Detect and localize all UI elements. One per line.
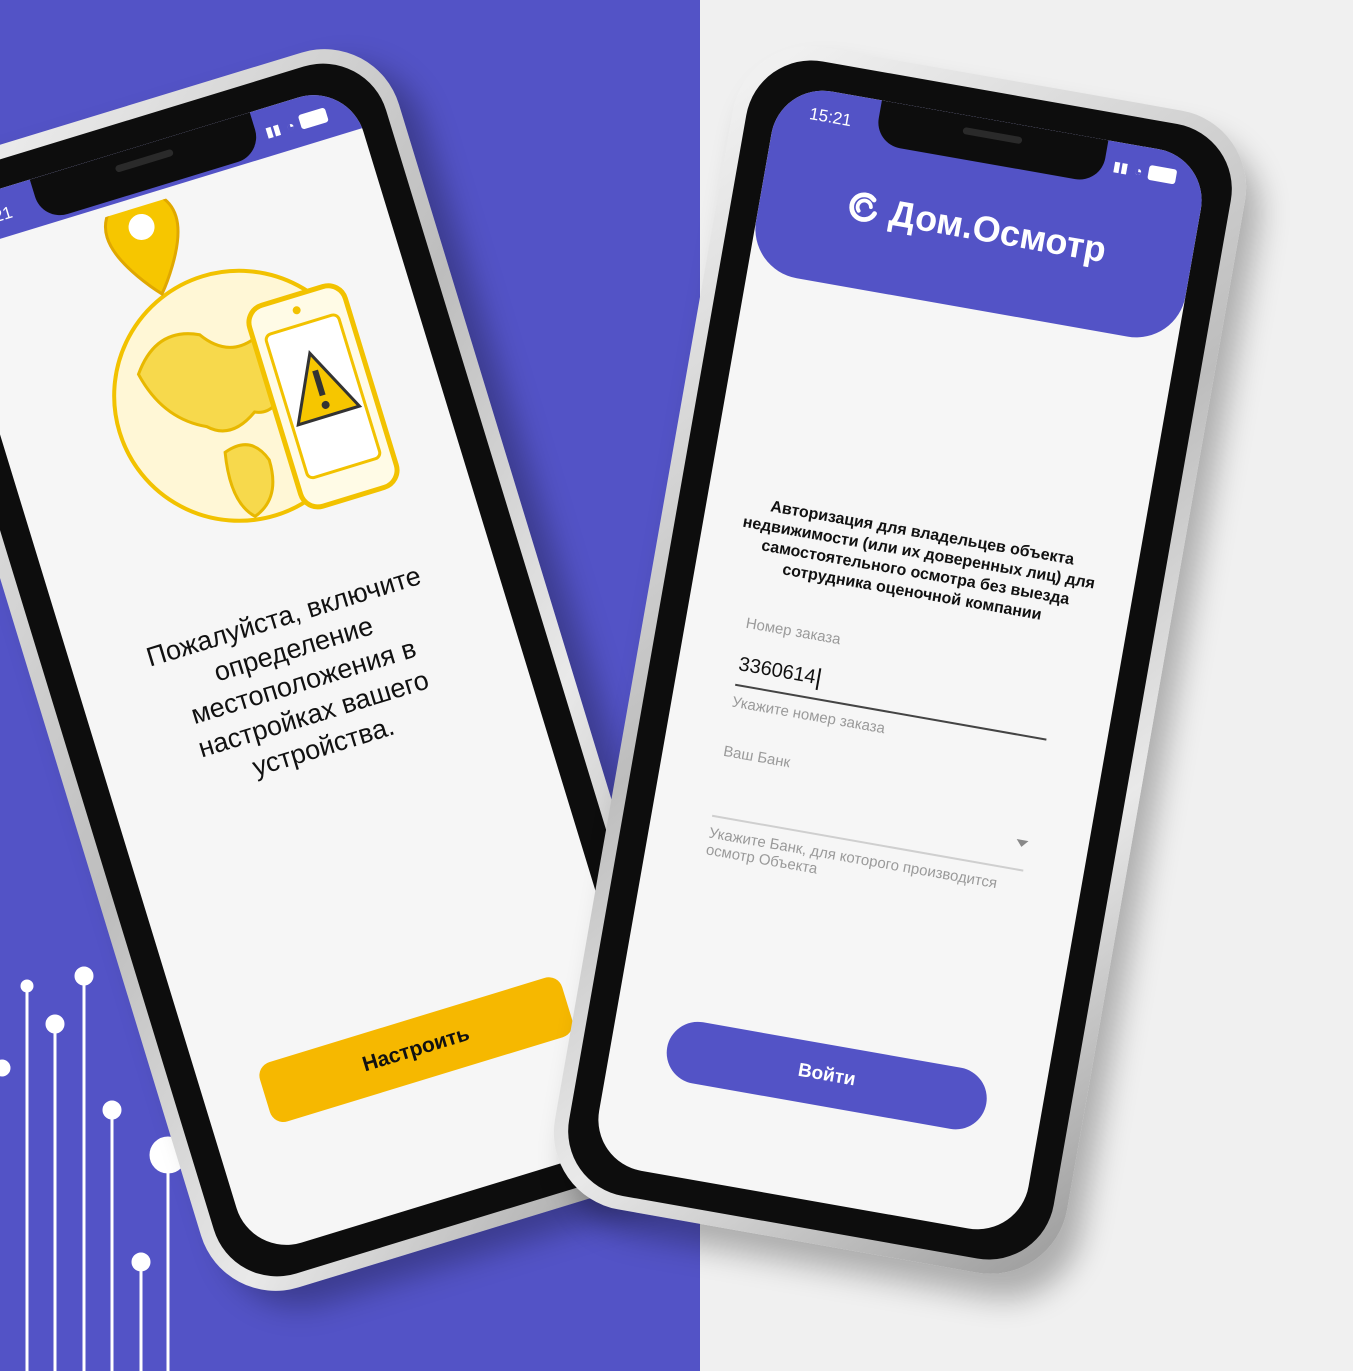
wifi-icon: ◔: [1132, 161, 1144, 180]
speaker: [962, 126, 1023, 145]
auth-description: Авторизация для владельцев объекта недви…: [741, 498, 1097, 624]
location-globe-warning-icon: [104, 189, 400, 523]
bank-field: Ваш Банк Укажите Банк, для которого прои…: [705, 743, 1037, 913]
signal-icon: ▮▮: [1111, 157, 1130, 177]
logo-icon: [849, 192, 878, 222]
setup-button[interactable]: Настроить: [255, 973, 577, 1126]
app-logo: Дом.Осмотр: [758, 169, 1195, 286]
login-button[interactable]: Войти: [661, 1016, 992, 1135]
speaker: [114, 148, 175, 173]
chevron-down-icon[interactable]: [1015, 838, 1029, 848]
wifi-icon: ◔: [283, 116, 297, 135]
order-number-value: 3360614: [736, 653, 818, 689]
order-number-field: Номер заказа 3360614 Укажите номер заказ…: [731, 615, 1059, 765]
logo-text: Дом.Осмотр: [886, 191, 1110, 271]
battery-icon: [1147, 164, 1178, 185]
